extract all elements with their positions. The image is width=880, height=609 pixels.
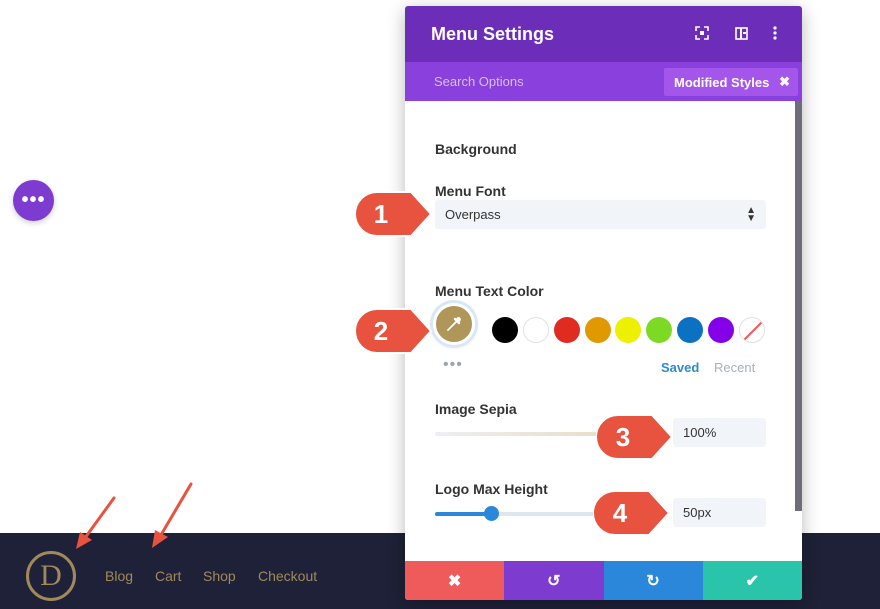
color-swatch-transparent[interactable] [739, 317, 765, 343]
modified-styles-label: Modified Styles [674, 74, 770, 90]
close-icon: ✖ [447, 572, 462, 590]
image-sepia-value: 100% [683, 425, 717, 440]
section-title-background[interactable]: Background [435, 141, 517, 157]
search-options-input[interactable]: Search Options [434, 74, 524, 89]
current-color-eyedropper[interactable] [433, 303, 475, 345]
tab-saved-colors[interactable]: Saved [661, 360, 699, 375]
color-swatch-black[interactable] [492, 317, 518, 343]
panel-filter-bar: Search Options Modified Styles ✖ [405, 62, 802, 101]
site-logo[interactable]: D [26, 551, 76, 601]
logo-max-height-value-input[interactable]: 50px [673, 498, 766, 527]
logo-max-height-label: Logo Max Height [435, 481, 548, 497]
more-colors-icon[interactable]: ••• [443, 356, 463, 374]
logo-max-height-value: 50px [683, 505, 712, 520]
menu-text-color-label: Menu Text Color [435, 283, 544, 299]
nav-link-shop[interactable]: Shop [203, 568, 236, 584]
menu-font-select[interactable]: Overpass ▲ ▼ [435, 200, 766, 229]
color-swatch-white[interactable] [523, 317, 549, 343]
arrow-to-logo-icon [76, 496, 116, 549]
discard-button[interactable]: ✖ [405, 561, 505, 600]
color-swatch-orange[interactable] [585, 317, 611, 343]
image-sepia-label: Image Sepia [435, 401, 517, 417]
redo-button[interactable]: ↻ [603, 561, 703, 600]
eyedropper-icon [447, 317, 461, 331]
panel-header: Menu Settings [405, 6, 802, 62]
callout-number-3: 3 [615, 422, 631, 452]
panel-title: Menu Settings [431, 23, 555, 44]
color-swatch-blue[interactable] [677, 317, 703, 343]
menu-font-label: Menu Font [435, 183, 506, 199]
split-view-icon[interactable] [733, 24, 749, 42]
undo-icon: ↺ [547, 572, 561, 590]
close-icon[interactable]: ✖ [779, 74, 790, 90]
nav-link-cart[interactable]: Cart [155, 568, 181, 584]
modified-styles-filter-button[interactable]: Modified Styles ✖ [664, 68, 798, 96]
select-caret-icon: ▲ ▼ [746, 205, 756, 224]
logo-max-height-slider-thumb[interactable] [484, 506, 499, 521]
image-sepia-value-input[interactable]: 100% [673, 418, 766, 447]
redo-icon: ↻ [646, 572, 660, 590]
floating-more-button[interactable]: ••• [13, 180, 54, 221]
callout-number-2: 2 [373, 316, 389, 346]
save-button[interactable]: ✔ [702, 561, 802, 600]
color-swatch-red[interactable] [554, 317, 580, 343]
color-swatch-yellow[interactable] [615, 317, 641, 343]
scrollbar[interactable] [795, 101, 802, 511]
arrow-to-menu-icon [152, 482, 193, 548]
callout-number-4: 4 [612, 498, 628, 528]
panel-footer-actions: ✖ ↺ ↻ ✔ [405, 561, 802, 600]
logo-max-height-slider-fill [435, 512, 491, 516]
color-swatch-purple[interactable] [708, 317, 734, 343]
color-swatch-green[interactable] [646, 317, 672, 343]
checkmark-icon: ✔ [745, 572, 760, 590]
tab-recent-colors[interactable]: Recent [714, 360, 755, 375]
nav-link-blog[interactable]: Blog [105, 568, 133, 584]
callout-number-1: 1 [373, 199, 389, 229]
fullscreen-icon[interactable] [694, 24, 710, 42]
nav-link-checkout[interactable]: Checkout [258, 568, 317, 584]
kebab-menu-icon[interactable] [767, 24, 783, 42]
undo-button[interactable]: ↺ [504, 561, 604, 600]
menu-font-value: Overpass [445, 207, 501, 222]
